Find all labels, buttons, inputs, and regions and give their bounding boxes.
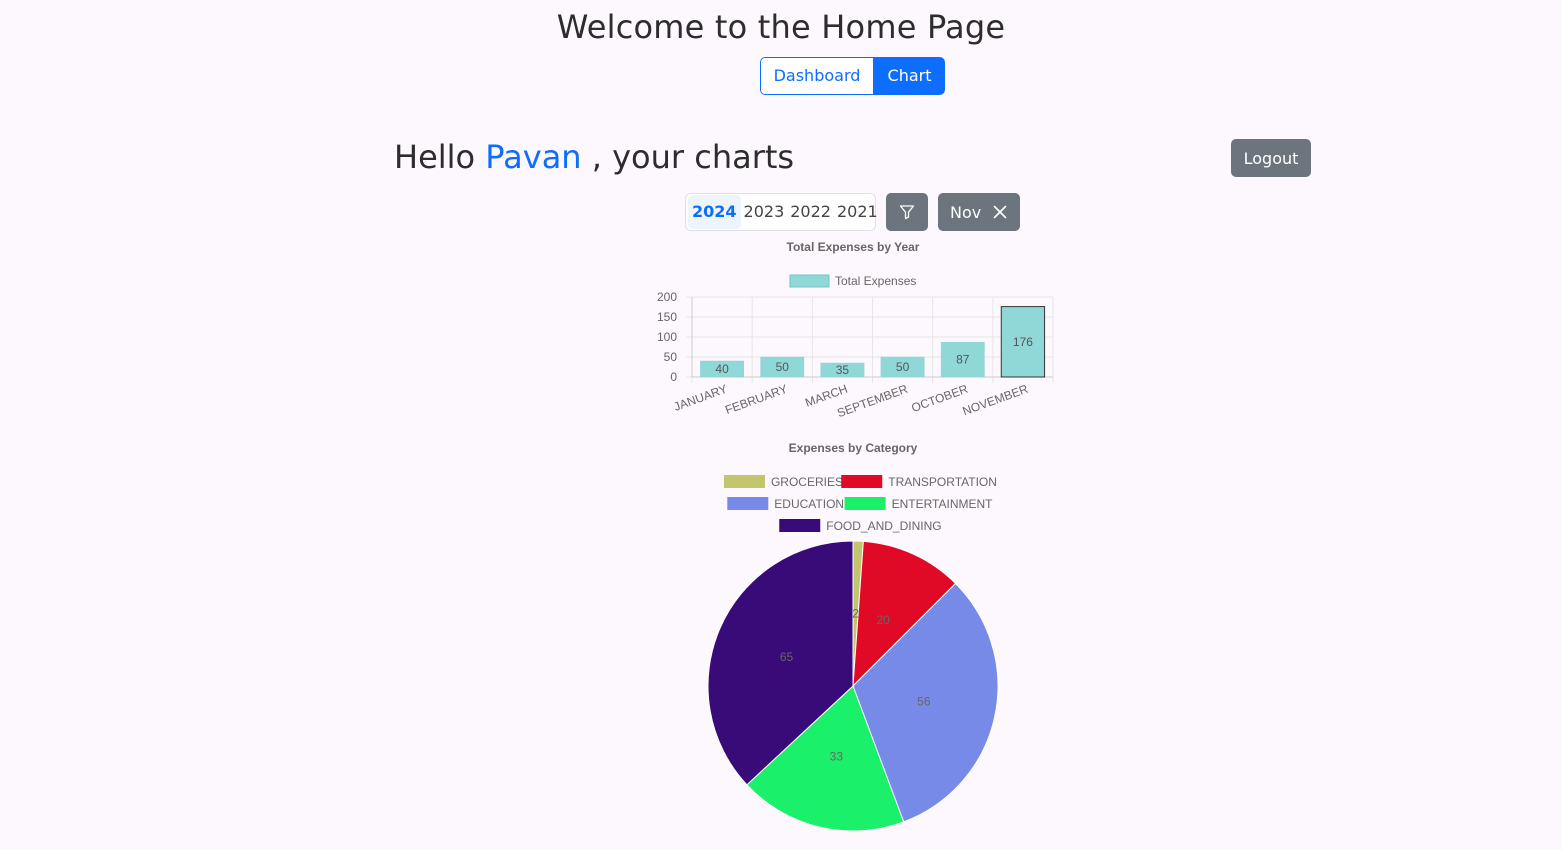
greeting-heading: Hello Pavan , your charts (394, 138, 794, 176)
month-filter-chip: Nov (938, 193, 1020, 231)
x-tick-label: JANUARY (672, 382, 729, 414)
legend-label-education: EDUCATION (774, 497, 844, 511)
pie-slice-value-label: 2 (852, 607, 859, 621)
page-title: Welcome to the Home Page (556, 8, 1006, 46)
nav-tabs: Dashboard Chart (760, 57, 945, 95)
year-selector: 2024 2023 2022 2021 (685, 193, 878, 231)
x-tick-label: OCTOBER (909, 382, 970, 415)
legend-swatch-groceries (723, 475, 765, 488)
bar-value-label: 176 (1013, 335, 1033, 349)
bar-value-label: 87 (956, 353, 970, 367)
pie-slice-value-label: 65 (780, 650, 794, 664)
user-name: Pavan (485, 138, 582, 176)
bar-value-label: 50 (896, 360, 910, 374)
legend-label-entertainment: ENTERTAINMENT (892, 497, 994, 511)
expenses-bar-chart: Total Expenses by Year Total Expenses 0 50 1… (657, 240, 1054, 420)
legend-label-total-expenses: Total Expenses (835, 274, 916, 288)
bar-chart-title: Total Expenses by Year (787, 240, 920, 254)
year-option-2024[interactable]: 2024 (688, 195, 741, 229)
legend-label-transportation: TRANSPORTATION (888, 475, 997, 489)
y-tick-label: 0 (670, 370, 677, 384)
chart-tab[interactable]: Chart (874, 57, 945, 95)
year-option-2022[interactable]: 2022 (787, 195, 834, 229)
y-tick-label: 200 (657, 290, 677, 304)
month-chip-label: Nov (950, 202, 982, 222)
legend-swatch-transportation (841, 475, 883, 488)
greeting-suffix: , your charts (581, 138, 795, 176)
legend-swatch-total-expenses (789, 274, 830, 288)
filter-button[interactable] (886, 193, 928, 231)
pie-slice-value-label: 20 (876, 613, 890, 627)
x-tick-label: NOVEMBER (961, 382, 1031, 419)
y-tick-label: 150 (657, 310, 677, 324)
legend-swatch-entertainment (844, 497, 886, 510)
year-option-2021[interactable]: 2021 (834, 195, 881, 229)
bar-value-label: 40 (715, 362, 729, 376)
y-tick-label: 50 (664, 350, 678, 364)
x-tick-label: FEBRUARY (723, 382, 789, 417)
greeting-prefix: Hello (394, 138, 486, 176)
legend-label-groceries: GROCERIES (771, 475, 843, 489)
category-pie-chart: Expenses by Category GROCERIES TRANSPORTAT… (707, 441, 999, 832)
y-tick-label: 100 (657, 330, 677, 344)
legend-swatch-food_and_dining (779, 519, 821, 532)
pie-slice-value-label: 56 (917, 694, 931, 708)
dashboard-tab[interactable]: Dashboard (760, 57, 874, 95)
year-option-2023[interactable]: 2023 (741, 195, 788, 229)
pie-chart-title: Expenses by Category (789, 441, 918, 455)
legend-label-food_and_dining: FOOD_AND_DINING (826, 519, 941, 533)
bar-value-label: 50 (776, 360, 790, 374)
pie-slice-value-label: 33 (830, 750, 844, 764)
bar-value-label: 35 (836, 363, 850, 377)
legend-swatch-education (727, 497, 769, 510)
filter-icon (899, 205, 915, 220)
logout-button[interactable]: Logout (1231, 139, 1311, 177)
close-icon[interactable] (992, 204, 1008, 220)
